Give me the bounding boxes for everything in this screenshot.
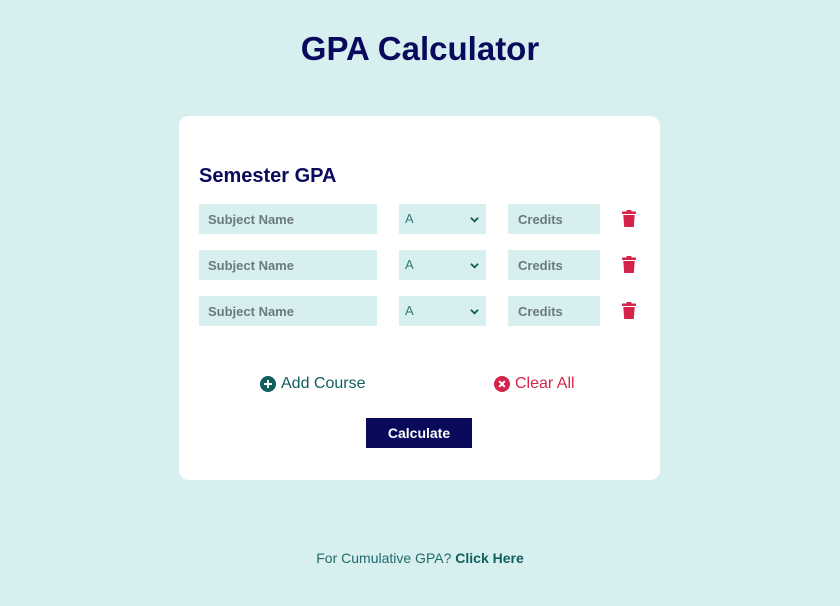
subject-name-input[interactable] [199,296,377,326]
grade-value: A [405,303,414,318]
subject-name-input[interactable] [199,204,377,234]
credits-input[interactable] [508,250,600,280]
course-row: A [199,250,640,280]
grade-select[interactable]: A [399,296,486,326]
footer-prefix: For Cumulative GPA? [316,550,452,566]
x-circle-icon [494,376,510,392]
chevron-down-icon [470,263,479,269]
calculate-button[interactable]: Calculate [366,418,472,448]
footer: For Cumulative GPA? Click Here [0,550,840,566]
add-course-label: Add Course [281,375,366,392]
cumulative-gpa-link[interactable]: Click Here [455,550,523,566]
plus-circle-icon [260,376,276,392]
chevron-down-icon [470,309,479,315]
grade-select[interactable]: A [399,250,486,280]
credits-input[interactable] [508,204,600,234]
trash-icon[interactable] [622,210,636,227]
chevron-down-icon [470,217,479,223]
clear-all-label: Clear All [515,375,575,392]
course-row: A [199,204,640,234]
add-course-button[interactable]: Add Course [260,373,366,395]
subject-name-input[interactable] [199,250,377,280]
semester-gpa-card: Semester GPA A A A [179,116,660,480]
card-title: Semester GPA [199,165,337,187]
grade-select[interactable]: A [399,204,486,234]
grade-value: A [405,211,414,226]
clear-all-button[interactable]: Clear All [494,373,575,395]
trash-icon[interactable] [622,256,636,273]
course-row: A [199,296,640,326]
grade-value: A [405,257,414,272]
page-title: GPA Calculator [300,30,540,67]
trash-icon[interactable] [622,302,636,319]
credits-input[interactable] [508,296,600,326]
